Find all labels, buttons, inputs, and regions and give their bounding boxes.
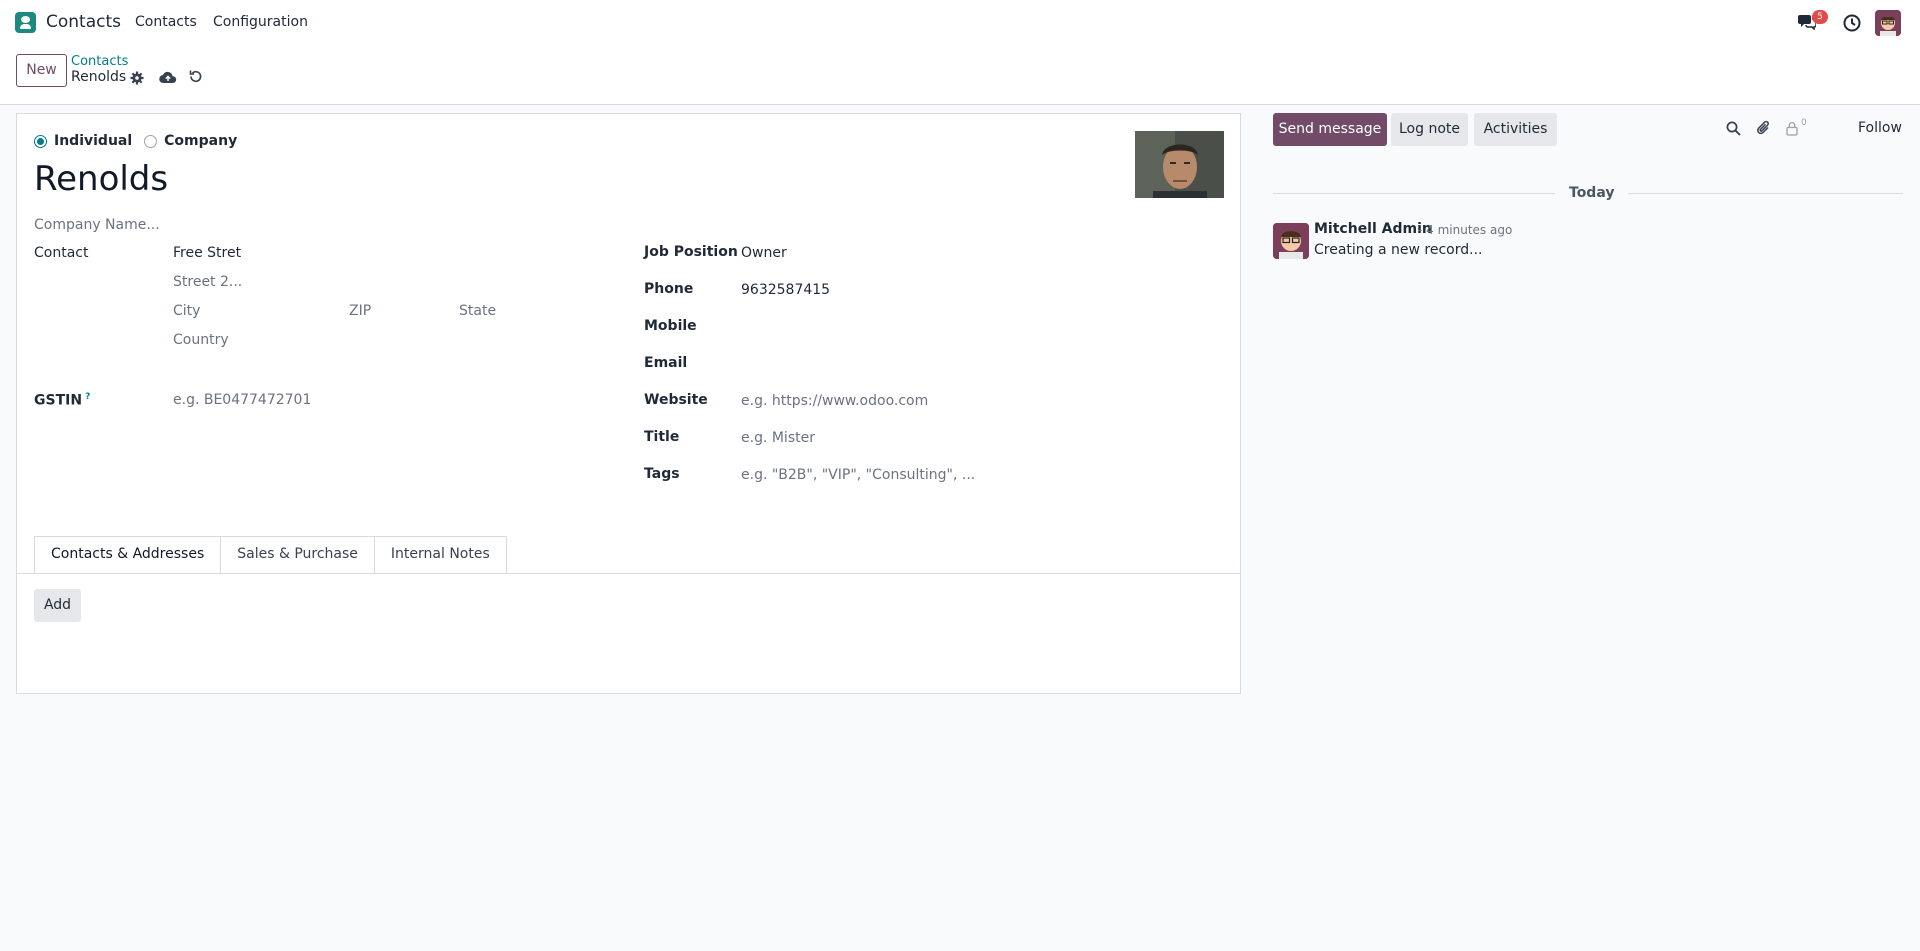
zip-field[interactable]: ZIP — [349, 303, 371, 319]
tags-field[interactable]: e.g. "B2B", "VIP", "Consulting", ... — [741, 467, 975, 483]
tab-internal-notes[interactable]: Internal Notes — [373, 536, 507, 573]
date-separator: Today — [1555, 185, 1629, 201]
mobile-field[interactable] — [741, 318, 1211, 336]
form-sheet: Individual Company Renolds Company Name.… — [16, 113, 1241, 694]
street-field[interactable]: Free Stret — [173, 245, 241, 261]
new-button[interactable]: New — [16, 54, 67, 87]
website-field[interactable]: e.g. https://www.odoo.com — [741, 393, 928, 409]
message-author[interactable]: Mitchell Admin — [1314, 221, 1432, 237]
tab-contacts-addresses[interactable]: Contacts & Addresses — [34, 536, 222, 573]
message-timestamp: - 4 minutes ago — [1418, 223, 1513, 237]
mobile-label: Mobile — [644, 318, 697, 334]
title-label: Title — [644, 429, 680, 445]
message-body: Creating a new record... — [1314, 242, 1483, 258]
gstin-help-icon[interactable]: ? — [85, 392, 90, 402]
send-message-button[interactable]: Send message — [1273, 113, 1387, 146]
contact-label: Contact — [34, 245, 89, 261]
follower-count: 0 — [1801, 118, 1807, 128]
title-field[interactable]: e.g. Mister — [741, 430, 815, 446]
gear-icon[interactable] — [130, 71, 144, 85]
email-label: Email — [644, 355, 688, 371]
contacts-app-icon[interactable] — [15, 12, 36, 33]
control-panel: New Contacts Renolds — [0, 46, 1920, 105]
breadcrumb-current: Renolds — [71, 69, 127, 85]
company-name-field[interactable]: Company Name... — [34, 217, 160, 233]
gstin-label: GSTIN? — [34, 392, 91, 409]
radio-company-label[interactable]: Company — [164, 133, 237, 149]
city-field[interactable]: City — [173, 303, 200, 319]
email-field[interactable] — [741, 355, 1211, 373]
tags-label: Tags — [644, 466, 680, 482]
menu-configuration[interactable]: Configuration — [213, 14, 308, 30]
state-field[interactable]: State — [459, 303, 496, 319]
phone-field[interactable]: 9632587415 — [741, 282, 830, 298]
clock-icon[interactable] — [1843, 14, 1861, 32]
gstin-field[interactable]: e.g. BE0477472701 — [173, 392, 311, 408]
search-icon[interactable] — [1726, 121, 1741, 136]
paperclip-icon[interactable] — [1756, 120, 1771, 136]
contact-name-field[interactable]: Renolds — [34, 159, 168, 199]
follow-button[interactable]: Follow — [1858, 120, 1902, 136]
notebook-tabs: Contacts & Addresses Sales & Purchase In… — [34, 536, 507, 573]
tab-divider — [17, 573, 1240, 574]
message-count-badge: 5 — [1812, 10, 1828, 24]
lock-icon[interactable] — [1786, 121, 1798, 136]
activities-button[interactable]: Activities — [1474, 113, 1557, 146]
undo-icon[interactable] — [188, 69, 203, 84]
add-contact-button[interactable]: Add — [34, 589, 81, 622]
street2-field[interactable]: Street 2... — [173, 274, 242, 290]
tab-sales-purchase[interactable]: Sales & Purchase — [220, 536, 375, 573]
message-author-avatar[interactable] — [1273, 223, 1309, 259]
log-note-button[interactable]: Log note — [1391, 113, 1468, 146]
company-type-radio-group: Individual Company — [34, 133, 249, 149]
breadcrumb-parent[interactable]: Contacts — [71, 54, 128, 69]
top-navbar: Contacts Contacts Configuration 5 — [0, 0, 1920, 46]
radio-company[interactable] — [144, 134, 158, 148]
country-field[interactable]: Country — [173, 332, 229, 348]
menu-contacts[interactable]: Contacts — [135, 14, 197, 30]
radio-individual-label[interactable]: Individual — [54, 133, 132, 149]
app-name[interactable]: Contacts — [46, 12, 121, 32]
job-position-field[interactable]: Owner — [741, 245, 787, 261]
cloud-upload-icon[interactable] — [159, 70, 177, 84]
website-label: Website — [644, 392, 708, 408]
radio-individual[interactable] — [34, 134, 47, 148]
user-avatar[interactable] — [1875, 10, 1901, 36]
job-position-label: Job Position — [644, 244, 738, 260]
phone-label: Phone — [644, 281, 694, 297]
contact-photo[interactable] — [1135, 131, 1224, 198]
